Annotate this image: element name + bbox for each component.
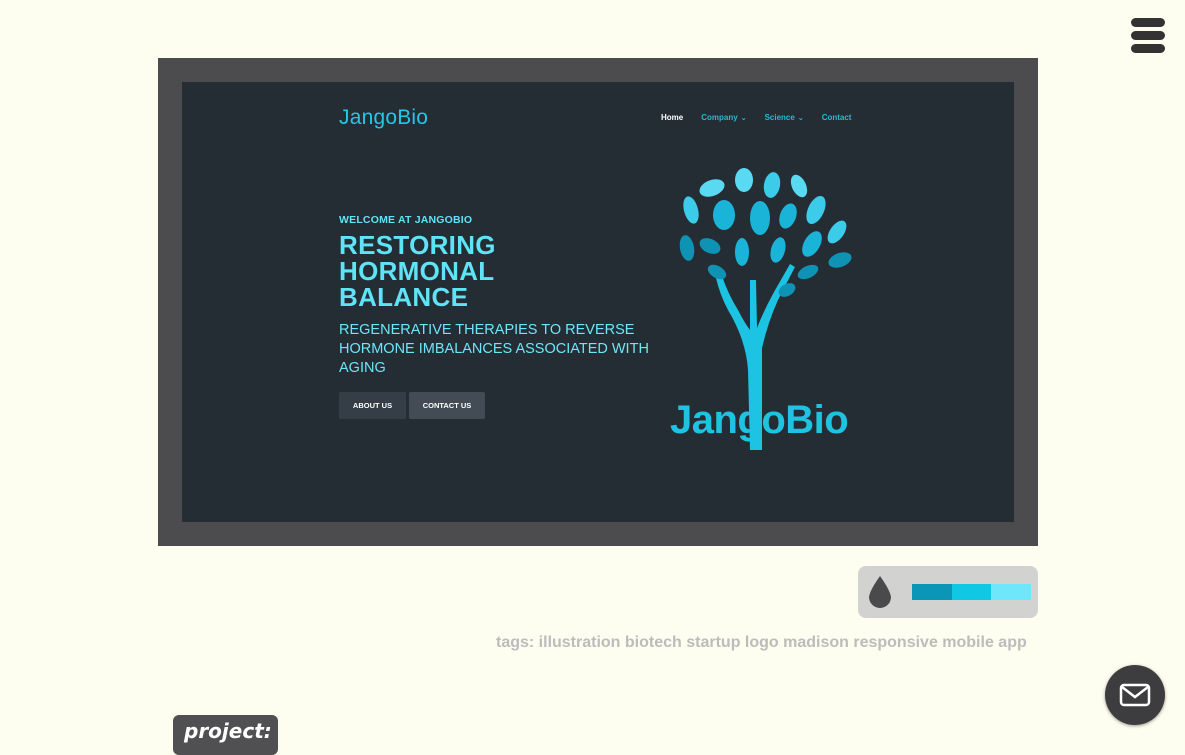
tags-line: tags: illustration biotech startup logo …: [496, 634, 1027, 651]
project-preview-frame: JangoBio Home Company ⌄ Science ⌄ Contact …: [158, 58, 1038, 546]
nav-home: Home: [661, 113, 684, 122]
nav-science: Science ⌄: [764, 113, 804, 122]
site-logo: JangoBio: [339, 106, 429, 129]
chevron-down-icon: ⌄: [740, 115, 747, 122]
color-palette: [858, 566, 1038, 618]
headline-line: BALANCE: [339, 282, 469, 312]
website-screenshot: JangoBio Home Company ⌄ Science ⌄ Contact …: [182, 82, 1014, 522]
nav-contact: Contact: [821, 113, 852, 122]
nav-company: Company ⌄: [701, 113, 747, 122]
brand-wordmark: JangoBio: [670, 398, 849, 442]
about-us-button: ABOUT US: [339, 392, 406, 419]
project-label: project:: [173, 715, 278, 755]
welcome-text: WELCOME AT JANGOBIO: [339, 214, 473, 226]
hero-headline: RESTORING HORMONAL BALANCE: [339, 232, 599, 310]
color-swatch: [991, 584, 1031, 600]
menu-bar: [1131, 44, 1165, 53]
mail-icon[interactable]: [1105, 665, 1165, 725]
hamburger-menu-icon[interactable]: [1131, 18, 1165, 54]
menu-bar: [1131, 31, 1165, 40]
menu-bar: [1131, 18, 1165, 27]
headline-line: HORMONAL: [339, 256, 495, 286]
site-nav: Home Company ⌄ Science ⌄ Contact: [661, 113, 869, 122]
color-swatch: [912, 584, 952, 600]
hero-subhead: REGENERATIVE THERAPIES TO REVERSE HORMON…: [339, 322, 649, 376]
envelope-icon: [1119, 683, 1151, 707]
chevron-down-icon: ⌄: [797, 115, 804, 122]
headline-line: RESTORING: [339, 230, 496, 260]
drop-icon: [869, 576, 891, 608]
color-swatch: [952, 584, 992, 600]
contact-us-button: CONTACT US: [409, 392, 485, 419]
